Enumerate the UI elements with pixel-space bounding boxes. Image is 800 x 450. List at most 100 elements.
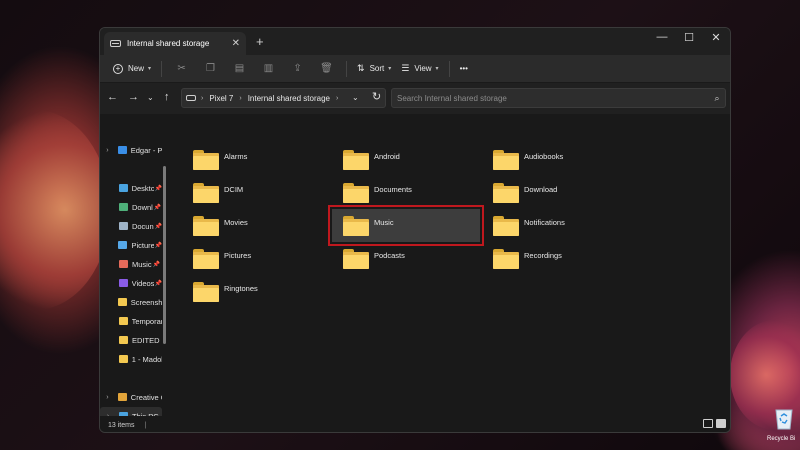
divider	[346, 60, 348, 77]
folder-item[interactable]: Android	[332, 143, 480, 176]
pin-icon: 📌	[153, 204, 162, 211]
view-button[interactable]: ☰ View ▾	[396, 58, 443, 80]
title-bar: Internal shared storage ✕ + — ☐ ✕	[100, 28, 730, 55]
folder-item[interactable]: Pictures	[182, 242, 330, 275]
search-input[interactable]	[397, 93, 709, 103]
breadcrumb-internal-storage[interactable]: Internal shared storage	[248, 94, 330, 103]
folder-icon	[343, 149, 369, 170]
view-icon: ☰	[401, 63, 410, 73]
pin-icon: 📌	[154, 242, 162, 249]
folder-name: Movies	[224, 217, 248, 227]
sort-label: Sort	[369, 64, 385, 73]
folder-item[interactable]: Recordings	[482, 242, 630, 275]
sidebar-item-label: Docun	[131, 221, 154, 231]
sidebar-item[interactable]: › Creative C	[100, 388, 162, 406]
sidebar-item[interactable]: Music 📌	[100, 255, 162, 273]
folder-icon	[493, 182, 519, 203]
sidebar-item[interactable]: Downl 📌	[100, 198, 162, 216]
close-tab-icon[interactable]: ✕	[232, 38, 240, 49]
address-history-chevron-icon[interactable]: ⌄	[352, 93, 359, 102]
sidebar-item-label: Creative C	[130, 392, 162, 402]
up-arrow-icon[interactable]: ↑	[164, 91, 170, 103]
delete-icon[interactable]: 🗑	[312, 63, 341, 74]
more-icon: •••	[459, 64, 468, 73]
rename-icon[interactable]: ▥	[254, 63, 283, 74]
tiles-view-icon[interactable]	[716, 419, 726, 428]
share-icon[interactable]: ⇪	[283, 63, 312, 74]
folder-icon	[119, 336, 128, 344]
pin-icon: 📌	[152, 261, 161, 268]
pin-icon: 📌	[154, 280, 162, 287]
folder-grid: Alarms Android Audiobooks DCIM Documents Down…	[174, 114, 730, 414]
folder-icon	[193, 182, 219, 203]
folder-item[interactable]: DCIM	[182, 176, 330, 209]
refresh-icon[interactable]: ↻	[372, 90, 381, 103]
folder-icon	[193, 248, 219, 269]
paste-icon[interactable]: ▤	[225, 63, 254, 74]
tab-internal-storage[interactable]: Internal shared storage ✕	[104, 32, 246, 55]
sidebar-item[interactable]: Screensho	[100, 293, 162, 311]
expand-chevron-icon[interactable]: ›	[103, 394, 112, 401]
cloud-icon	[117, 146, 127, 154]
item-count: 13 items	[108, 421, 135, 429]
folder-item[interactable]: Notifications	[482, 209, 630, 242]
copy-icon[interactable]: ❐	[196, 63, 225, 74]
folder-icon	[193, 215, 219, 236]
wallpaper-ribbon	[0, 110, 110, 310]
sidebar-item-label: EDITED	[132, 335, 160, 345]
folder-item[interactable]: Documents	[332, 176, 480, 209]
sidebar-item-label: Desktc	[131, 183, 154, 193]
videos-icon	[118, 279, 128, 287]
recent-locations-icon[interactable]: ⌄	[147, 93, 154, 102]
sidebar-item[interactable]: Desktc 📌	[100, 179, 162, 197]
folder-item[interactable]: Podcasts	[332, 242, 480, 275]
sort-icon: ⇅	[357, 63, 365, 73]
back-arrow-icon[interactable]: ←	[107, 91, 118, 103]
details-view-icon[interactable]	[703, 419, 713, 428]
breadcrumb-pixel7[interactable]: Pixel 7	[209, 94, 233, 103]
sidebar-item-label: 1 - Madol	[131, 354, 162, 364]
folder-item[interactable]: Download	[482, 176, 630, 209]
maximize-button[interactable]: ☐	[679, 31, 699, 44]
plus-icon: +	[113, 63, 123, 74]
file-explorer-window: Internal shared storage ✕ + — ☐ ✕ + New …	[99, 27, 731, 433]
sidebar-item[interactable]: EDITED	[100, 331, 162, 349]
sidebar-item[interactable]: Docun 📌	[100, 217, 162, 235]
sidebar-item[interactable]: Picture 📌	[100, 236, 162, 254]
folder-icon	[193, 281, 219, 302]
sidebar-item-label: Screensho	[130, 297, 162, 307]
desktop-icon	[118, 184, 128, 192]
search-box[interactable]: ⌕	[391, 88, 726, 108]
folder-name: Download	[524, 184, 558, 194]
sidebar-item[interactable]: Videos 📌	[100, 274, 162, 292]
sidebar-item[interactable]: › Edgar - Pe	[100, 141, 162, 159]
pictures-icon	[118, 241, 128, 249]
sidebar-item-label: Downl	[132, 202, 153, 212]
command-bar: + New ▾ ✂ ❐ ▤ ▥ ⇪ 🗑 ⇅ Sort ▾ ☰ View ▾ ••…	[100, 55, 730, 83]
expand-chevron-icon[interactable]: ›	[103, 147, 112, 154]
folder-name: Notifications	[524, 217, 565, 227]
sidebar-item[interactable]: 1 - Madol	[100, 350, 162, 368]
folder-item[interactable]: Music	[328, 205, 484, 246]
sidebar-item[interactable]: Temporar	[100, 312, 162, 330]
new-tab-button[interactable]: +	[256, 34, 264, 49]
folder-name: Android	[374, 151, 400, 161]
music-icon	[119, 260, 128, 268]
close-button[interactable]: ✕	[706, 31, 726, 44]
folder-item[interactable]: Audiobooks	[482, 143, 630, 176]
new-button[interactable]: + New ▾	[108, 58, 156, 80]
recycle-bin-icon[interactable]	[773, 406, 795, 430]
cut-icon[interactable]: ✂	[167, 63, 196, 74]
folder-item[interactable]: Ringtones	[182, 275, 330, 308]
sidebar-scrollbar[interactable]	[163, 166, 166, 344]
chevron-right-icon: ›	[239, 94, 242, 102]
sort-button[interactable]: ⇅ Sort ▾	[352, 58, 396, 80]
folder-item[interactable]: Movies	[182, 209, 330, 242]
forward-arrow-icon[interactable]: →	[128, 91, 139, 103]
minimize-button[interactable]: —	[652, 31, 672, 43]
folder-item[interactable]: Alarms	[182, 143, 330, 176]
more-options-button[interactable]: •••	[455, 58, 473, 80]
folder-icon	[118, 355, 128, 363]
chevron-right-icon: ›	[335, 94, 339, 102]
folder-icon	[343, 248, 369, 269]
